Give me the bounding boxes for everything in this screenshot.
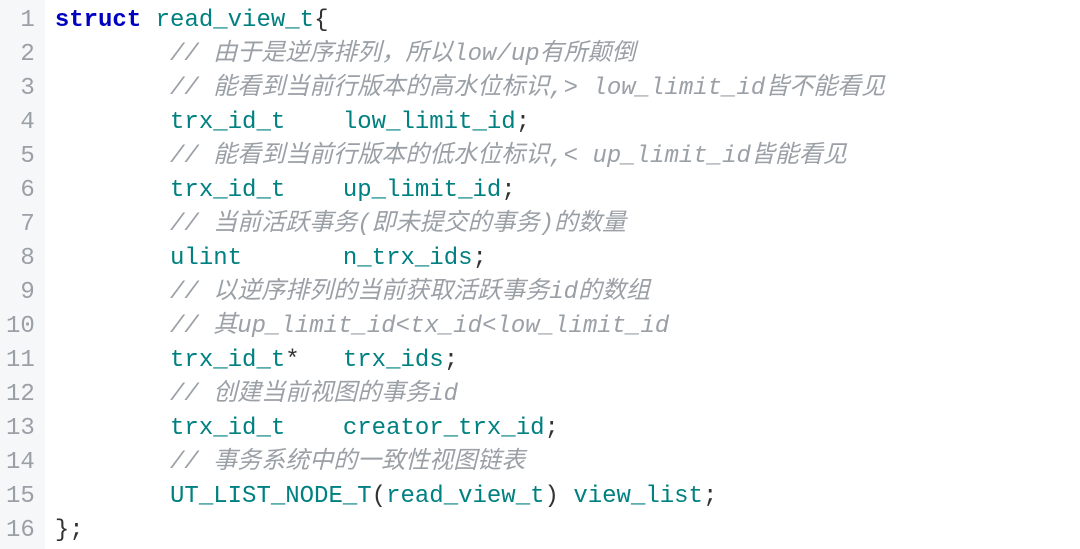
identifier-token: read_view_t xyxy=(156,7,314,34)
line-number: 14 xyxy=(6,446,35,480)
indent xyxy=(55,41,170,68)
line-number: 4 xyxy=(6,106,35,140)
code-line: // 以逆序排列的当前获取活跃事务id的数组 xyxy=(55,276,1080,310)
comment-token: // 由于是逆序排列，所以low/up有所颠倒 xyxy=(170,41,636,68)
indent xyxy=(55,347,170,374)
text-token: ; xyxy=(473,245,487,272)
line-number: 11 xyxy=(6,344,35,378)
indent xyxy=(55,483,170,510)
identifier-token: trx_id_t xyxy=(170,347,285,374)
identifier-token: low_limit_id xyxy=(343,109,516,136)
text-token: * xyxy=(285,347,343,374)
line-number: 9 xyxy=(6,276,35,310)
text-token: ; xyxy=(545,415,559,442)
identifier-token: up_limit_id xyxy=(343,177,501,204)
code-line: // 能看到当前行版本的低水位标识,< up_limit_id皆能看见 xyxy=(55,140,1080,174)
code-line: trx_id_t creator_trx_id; xyxy=(55,412,1080,446)
comment-token: // 当前活跃事务(即未提交的事务)的数量 xyxy=(170,211,626,238)
indent xyxy=(55,449,170,476)
indent xyxy=(55,415,170,442)
line-number: 7 xyxy=(6,208,35,242)
line-number: 13 xyxy=(6,412,35,446)
code-line: ulint n_trx_ids; xyxy=(55,242,1080,276)
comment-token: // 创建当前视图的事务id xyxy=(170,381,458,408)
comment-token: // 能看到当前行版本的低水位标识,< up_limit_id皆能看见 xyxy=(170,143,847,170)
line-number: 10 xyxy=(6,310,35,344)
code-line: // 事务系统中的一致性视图链表 xyxy=(55,446,1080,480)
line-number-gutter: 12345678910111213141516 xyxy=(0,0,45,549)
line-number: 3 xyxy=(6,72,35,106)
comment-token: // 以逆序排列的当前获取活跃事务id的数组 xyxy=(170,279,650,306)
identifier-token: creator_trx_id xyxy=(343,415,545,442)
text-token xyxy=(242,245,343,272)
comment-token: // 事务系统中的一致性视图链表 xyxy=(170,449,525,476)
code-block: struct read_view_t{ // 由于是逆序排列，所以low/up有… xyxy=(45,0,1080,549)
identifier-token: view_list xyxy=(573,483,703,510)
text-token: ) xyxy=(545,483,574,510)
line-number: 16 xyxy=(6,514,35,548)
code-line: trx_id_t up_limit_id; xyxy=(55,174,1080,208)
text-token xyxy=(285,177,343,204)
code-line: // 创建当前视图的事务id xyxy=(55,378,1080,412)
identifier-token: read_view_t xyxy=(386,483,544,510)
indent xyxy=(55,143,170,170)
indent xyxy=(55,177,170,204)
indent xyxy=(55,75,170,102)
indent xyxy=(55,245,170,272)
line-number: 5 xyxy=(6,140,35,174)
code-line: UT_LIST_NODE_T(read_view_t) view_list; xyxy=(55,480,1080,514)
comment-token: // 其up_limit_id<tx_id<low_limit_id xyxy=(170,313,669,340)
text-token: ; xyxy=(444,347,458,374)
text-token: ; xyxy=(516,109,530,136)
text-token xyxy=(285,415,343,442)
identifier-token: ulint xyxy=(170,245,242,272)
indent xyxy=(55,313,170,340)
code-line: trx_id_t low_limit_id; xyxy=(55,106,1080,140)
code-line: // 其up_limit_id<tx_id<low_limit_id xyxy=(55,310,1080,344)
code-line: trx_id_t* trx_ids; xyxy=(55,344,1080,378)
line-number: 12 xyxy=(6,378,35,412)
identifier-token: trx_ids xyxy=(343,347,444,374)
line-number: 8 xyxy=(6,242,35,276)
comment-token: // 能看到当前行版本的高水位标识,> low_limit_id皆不能看见 xyxy=(170,75,885,102)
keyword-token: struct xyxy=(55,7,141,34)
indent xyxy=(55,211,170,238)
identifier-token: UT_LIST_NODE_T xyxy=(170,483,372,510)
identifier-token: trx_id_t xyxy=(170,109,285,136)
code-line: struct read_view_t{ xyxy=(55,4,1080,38)
text-token: ( xyxy=(372,483,386,510)
indent xyxy=(55,109,170,136)
code-line: // 由于是逆序排列，所以low/up有所颠倒 xyxy=(55,38,1080,72)
line-number: 6 xyxy=(6,174,35,208)
line-number: 1 xyxy=(6,4,35,38)
code-line: // 当前活跃事务(即未提交的事务)的数量 xyxy=(55,208,1080,242)
line-number: 2 xyxy=(6,38,35,72)
identifier-token: trx_id_t xyxy=(170,177,285,204)
text-token: }; xyxy=(55,517,84,544)
indent xyxy=(55,381,170,408)
text-token: ; xyxy=(703,483,717,510)
indent xyxy=(55,279,170,306)
text-token xyxy=(285,109,343,136)
line-number: 15 xyxy=(6,480,35,514)
identifier-token: n_trx_ids xyxy=(343,245,473,272)
text-token: ; xyxy=(501,177,515,204)
identifier-token: trx_id_t xyxy=(170,415,285,442)
text-token xyxy=(141,7,155,34)
text-token: { xyxy=(314,7,328,34)
code-line: // 能看到当前行版本的高水位标识,> low_limit_id皆不能看见 xyxy=(55,72,1080,106)
code-line: }; xyxy=(55,514,1080,548)
